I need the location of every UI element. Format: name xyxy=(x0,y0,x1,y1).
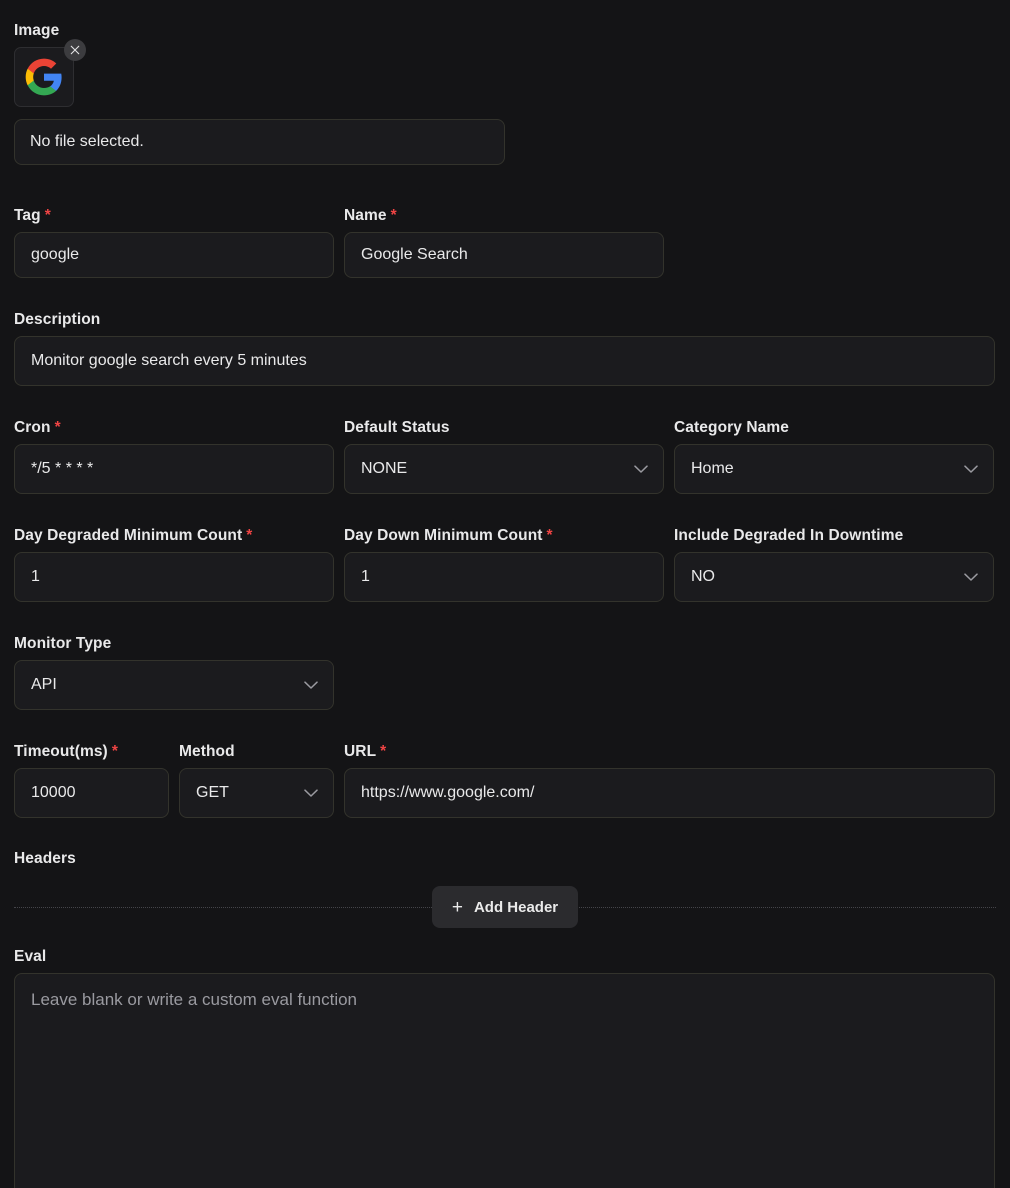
include-degraded-in-downtime-value: NO xyxy=(674,552,994,602)
description-group: Description xyxy=(14,311,995,386)
monitor-type-value: API xyxy=(14,660,334,710)
timeout-label: Timeout(ms) * xyxy=(14,743,118,760)
eval-label: Eval xyxy=(14,948,47,965)
tag-group: Tag * xyxy=(14,207,334,278)
day-degraded-minimum-count-group: Day Degraded Minimum Count * xyxy=(14,527,334,602)
category-name-group: Category Name Home xyxy=(674,419,994,494)
include-degraded-in-downtime-select[interactable]: NO xyxy=(674,552,994,602)
description-input[interactable] xyxy=(14,336,995,386)
timeout-group: Timeout(ms) * xyxy=(14,743,169,818)
category-name-value: Home xyxy=(674,444,994,494)
monitor-type-group: Monitor Type API xyxy=(14,635,334,710)
day-degraded-minimum-count-label: Day Degraded Minimum Count * xyxy=(14,527,253,544)
default-status-group: Default Status NONE xyxy=(344,419,664,494)
default-status-label: Default Status xyxy=(344,419,450,436)
eval-textarea[interactable] xyxy=(14,973,995,1188)
name-label: Name * xyxy=(344,207,397,224)
close-icon xyxy=(70,45,80,55)
monitor-type-select[interactable]: API xyxy=(14,660,334,710)
category-name-select[interactable]: Home xyxy=(674,444,994,494)
cron-input[interactable] xyxy=(14,444,334,494)
default-status-select[interactable]: NONE xyxy=(344,444,664,494)
include-degraded-in-downtime-label: Include Degraded In Downtime xyxy=(674,527,904,544)
day-down-minimum-count-input[interactable] xyxy=(344,552,664,602)
include-degraded-in-downtime-group: Include Degraded In Downtime NO xyxy=(674,527,994,602)
required-asterisk: * xyxy=(390,207,397,224)
required-asterisk: * xyxy=(44,207,51,224)
tag-input[interactable] xyxy=(14,232,334,278)
required-asterisk: * xyxy=(111,743,118,760)
headers-label: Headers xyxy=(14,850,76,867)
category-name-label: Category Name xyxy=(674,419,790,436)
name-group: Name * xyxy=(344,207,664,278)
minimum-counts-row: Day Degraded Minimum Count* Day Down Min… xyxy=(14,527,996,602)
method-select[interactable]: GET xyxy=(179,768,334,818)
image-label: Image xyxy=(14,22,60,39)
google-logo-icon xyxy=(25,58,62,96)
monitor-type-row: Monitor Type API xyxy=(14,635,996,710)
url-label: URL * xyxy=(344,743,387,760)
day-degraded-minimum-count-input[interactable] xyxy=(14,552,334,602)
monitor-form: Image No file selected. Tag * google Nam… xyxy=(0,0,1010,1188)
tag-name-row: Tag* Name* xyxy=(14,207,996,278)
remove-image-button[interactable] xyxy=(64,39,86,61)
cron-status-category-row: Cron* Default Status NONE Category Name … xyxy=(14,419,996,494)
add-header-button-label: Add Header xyxy=(473,898,559,916)
file-input-text: No file selected. xyxy=(30,133,144,150)
description-row: Description xyxy=(14,311,996,386)
add-header-divider-wrapper: + Add Header xyxy=(14,882,996,932)
default-status-value: NONE xyxy=(344,444,664,494)
add-header-button[interactable]: + Add Header xyxy=(431,886,579,928)
monitor-type-label: Monitor Type xyxy=(14,635,112,652)
image-section: Image No file selected. xyxy=(14,0,996,165)
eval-section: Eval xyxy=(14,948,996,1188)
tag-label: Tag * xyxy=(14,207,51,224)
file-input[interactable]: No file selected. xyxy=(14,119,505,165)
required-asterisk: * xyxy=(546,527,553,544)
name-input[interactable] xyxy=(344,232,664,278)
required-asterisk: * xyxy=(54,419,61,436)
method-group: Method GET xyxy=(179,743,334,818)
description-label: Description xyxy=(14,311,101,328)
timeout-method-url-row: Timeout(ms)* Method GET URL* xyxy=(14,743,996,818)
day-down-minimum-count-group: Day Down Minimum Count * xyxy=(344,527,664,602)
cron-group: Cron * xyxy=(14,419,334,494)
plus-icon: + xyxy=(451,896,463,918)
image-thumbnail-wrapper xyxy=(14,39,86,107)
day-down-minimum-count-label: Day Down Minimum Count * xyxy=(344,527,553,544)
headers-section: Headers + Add Header xyxy=(14,850,996,932)
timeout-input[interactable] xyxy=(14,768,169,818)
method-value: GET xyxy=(179,768,334,818)
method-label: Method xyxy=(179,743,235,760)
required-asterisk: * xyxy=(380,743,387,760)
url-group: URL * xyxy=(344,743,995,818)
cron-label: Cron * xyxy=(14,419,61,436)
required-asterisk: * xyxy=(246,527,253,544)
url-input[interactable] xyxy=(344,768,995,818)
